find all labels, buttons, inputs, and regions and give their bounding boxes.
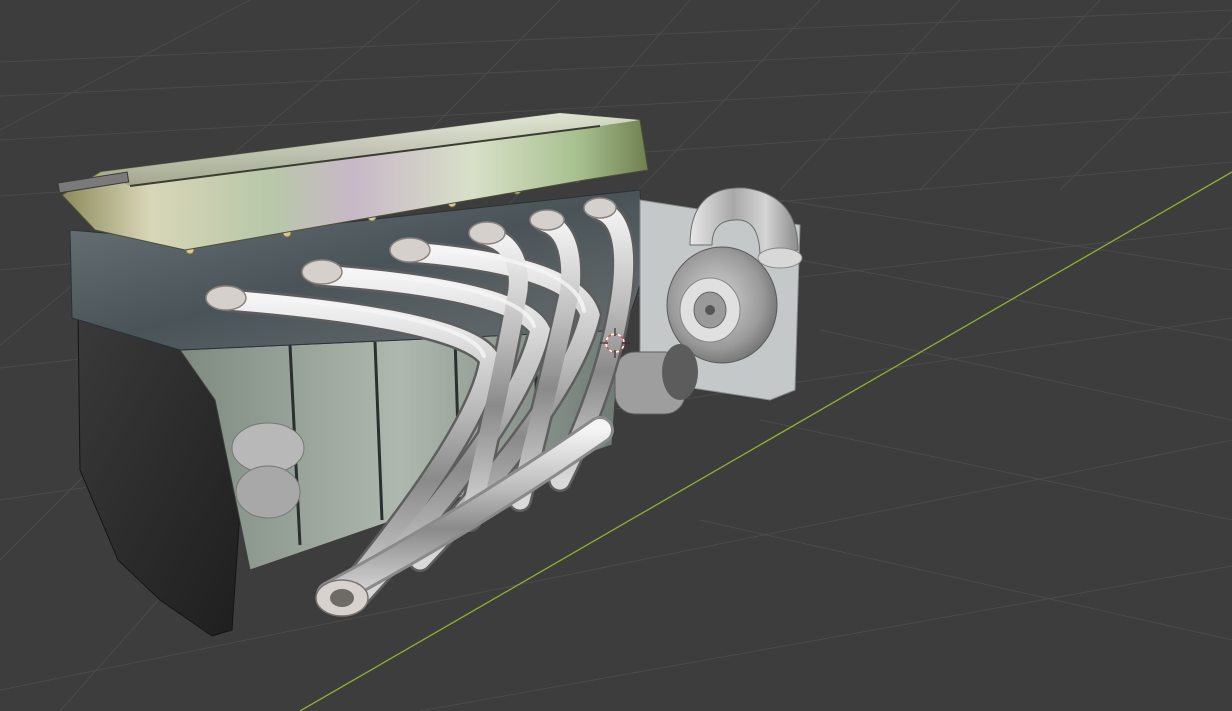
3d-viewport[interactable]	[0, 0, 1232, 711]
collector-flange	[315, 579, 369, 617]
